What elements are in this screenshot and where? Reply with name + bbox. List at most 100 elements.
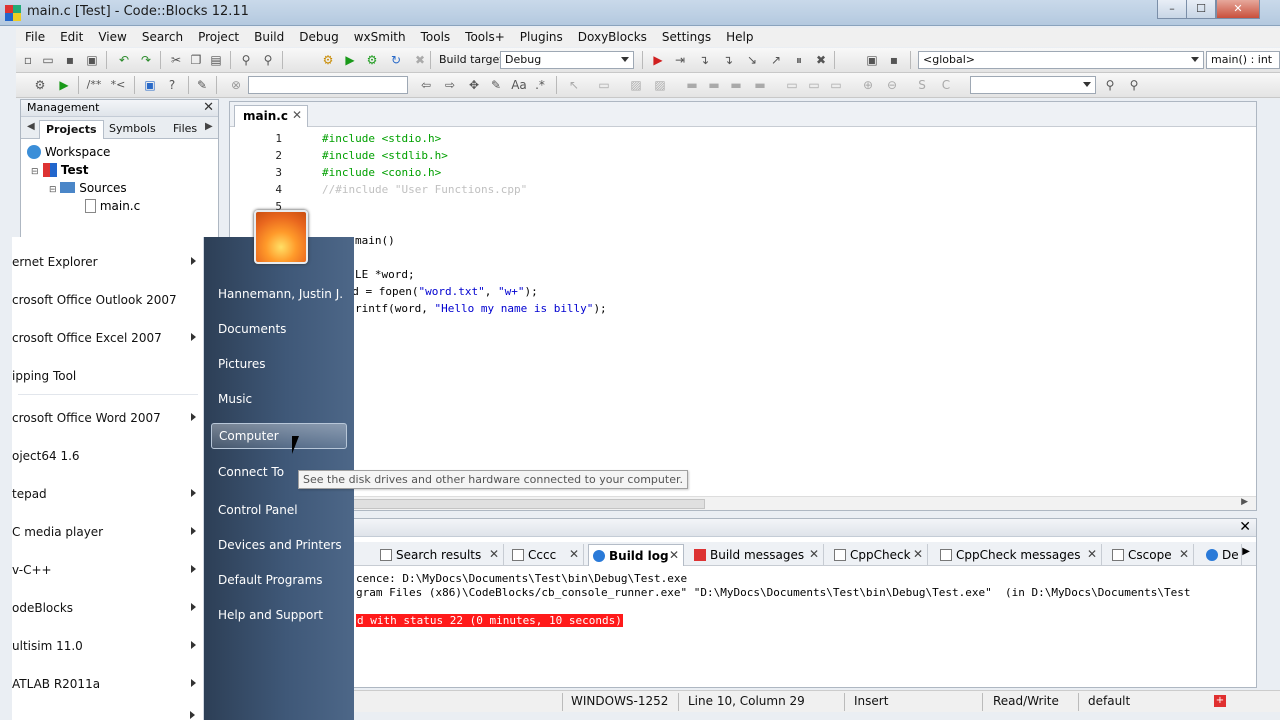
program-word[interactable]: crosoft Office Word 2007	[12, 399, 204, 437]
uncomment-icon[interactable]: *<	[108, 77, 128, 93]
quick-search-input[interactable]	[248, 76, 408, 94]
place-default-programs[interactable]: Default Programs	[211, 568, 347, 594]
highlight-icon[interactable]: ✎	[488, 77, 504, 93]
tree-workspace[interactable]: Workspace	[27, 145, 110, 159]
open-file-icon[interactable]: ▭	[40, 52, 56, 68]
menu-build[interactable]: Build	[245, 28, 290, 44]
tab-cppcheck[interactable]: CppCheck ✕	[830, 544, 928, 566]
place-documents[interactable]: Documents	[211, 317, 347, 343]
tree-file[interactable]: main.c	[85, 199, 140, 213]
debug-windows-icon[interactable]: ▣	[864, 52, 880, 68]
close-tab-icon[interactable]: ✕	[292, 108, 302, 122]
tab-build-log[interactable]: Build log ✕	[588, 544, 684, 566]
tab-cccc[interactable]: Cccc ✕	[508, 544, 584, 566]
run-next-icon[interactable]: ▶	[56, 77, 72, 93]
search-options-icon[interactable]: ⚲	[1126, 77, 1142, 93]
program-excel[interactable]: crosoft Office Excel 2007	[12, 319, 204, 357]
menu-wxsmith[interactable]: wxSmith	[345, 28, 412, 44]
program-vlc[interactable]: C media player	[12, 513, 204, 551]
next-instruction-icon[interactable]: ↴	[720, 52, 736, 68]
undo-icon[interactable]: ↶	[116, 52, 132, 68]
save-all-icon[interactable]: ▣	[84, 52, 100, 68]
menu-debug[interactable]: Debug	[290, 28, 344, 44]
place-control-panel[interactable]: Control Panel	[211, 498, 347, 524]
various-info-icon[interactable]: ▪	[886, 52, 902, 68]
tab-files[interactable]: Files	[167, 120, 203, 139]
tree-project[interactable]: ⊟ Test	[31, 163, 89, 177]
copy-icon[interactable]: ❐	[188, 52, 204, 68]
minimize-button[interactable]: –	[1157, 0, 1187, 19]
menu-search[interactable]: Search	[133, 28, 189, 44]
close-icon[interactable]: ✕	[1239, 519, 1251, 535]
close-window-button[interactable]: ✕	[1216, 0, 1260, 19]
rebuild-icon[interactable]: ↻	[388, 52, 404, 68]
menu-tools-plus[interactable]: Tools+	[456, 28, 511, 44]
tab-symbols[interactable]: Symbols	[103, 120, 162, 139]
layout-g-icon[interactable]: ▭	[828, 77, 844, 93]
tab-cscope[interactable]: Cscope ✕	[1108, 544, 1194, 566]
comment-icon[interactable]: /**	[84, 77, 104, 93]
layout-b-icon[interactable]: ▬	[706, 77, 722, 93]
regex-icon[interactable]: .*	[532, 77, 548, 93]
status-error-icon[interactable]: +	[1214, 695, 1226, 707]
tab-cppcheck-messages[interactable]: CppCheck messages ✕	[936, 544, 1102, 566]
menu-doxyblocks[interactable]: DoxyBlocks	[569, 28, 653, 44]
zoom-out-icon[interactable]: ⊖	[884, 77, 900, 93]
scope-select[interactable]: <global>	[918, 51, 1204, 69]
program-outlook[interactable]: crosoft Office Outlook 2007	[12, 281, 204, 319]
program-notepad[interactable]: tepad	[12, 475, 204, 513]
c-icon[interactable]: C	[938, 77, 954, 93]
s-icon[interactable]: S	[914, 77, 930, 93]
settings-icon[interactable]: ⚙	[32, 77, 48, 93]
tool-icon[interactable]: ✎	[194, 77, 210, 93]
horizontal-scrollbar[interactable]: ▶	[230, 496, 1256, 510]
run-icon[interactable]: ▶	[342, 52, 358, 68]
code-editor[interactable]: main.c ✕ 1 2 3 4 5 #include <stdio.h> #in…	[229, 101, 1257, 511]
tab-projects[interactable]: Projects	[39, 120, 104, 139]
menu-project[interactable]: Project	[189, 28, 245, 44]
menu-file[interactable]: File	[16, 28, 51, 44]
next-line-icon[interactable]: ↴	[696, 52, 712, 68]
place-help-support[interactable]: Help and Support	[211, 603, 347, 629]
layout-c-icon[interactable]: ▬	[728, 77, 744, 93]
tab-search-results[interactable]: Search results ✕	[376, 544, 504, 566]
build-and-run-icon[interactable]: ⚙	[364, 52, 380, 68]
clear-search-icon[interactable]: ⊗	[228, 77, 244, 93]
replace-icon[interactable]: ⚲	[260, 52, 276, 68]
program-snipping-tool[interactable]: ipping Tool	[12, 357, 204, 395]
tree-folder[interactable]: ⊟ Sources	[49, 181, 127, 195]
tab-right-arrow-icon[interactable]: ▶	[205, 121, 213, 132]
menu-settings[interactable]: Settings	[653, 28, 717, 44]
run-to-cursor-icon[interactable]: ⇥	[672, 52, 688, 68]
doxywizard-icon[interactable]: ▣	[142, 77, 158, 93]
debug-icon[interactable]: ▶	[650, 52, 666, 68]
layout-f-icon[interactable]: ▭	[806, 77, 822, 93]
tab-left-arrow-icon[interactable]: ◀	[27, 121, 35, 132]
program-multisim[interactable]: ultisim 11.0	[12, 627, 204, 665]
cut-icon[interactable]: ✂	[168, 52, 184, 68]
maximize-button[interactable]: ☐	[1186, 0, 1216, 19]
layout-d-icon[interactable]: ▬	[752, 77, 768, 93]
place-devices-printers[interactable]: Devices and Printers	[211, 533, 347, 559]
codeblocks-app-icon[interactable]	[5, 5, 21, 21]
search-combo[interactable]	[970, 76, 1096, 94]
redo-icon[interactable]: ↷	[138, 52, 154, 68]
program-internet-explorer[interactable]: ernet Explorer	[12, 243, 204, 281]
help-icon[interactable]: ?	[164, 77, 180, 93]
program-matlab[interactable]: ATLAB R2011a	[12, 665, 204, 703]
menu-view[interactable]: View	[89, 28, 132, 44]
step-out-icon[interactable]: ↗	[768, 52, 784, 68]
abort-icon[interactable]: ✖	[412, 52, 428, 68]
stop-debug-icon[interactable]: ✖	[813, 52, 829, 68]
image2-icon[interactable]: ▨	[652, 77, 668, 93]
place-pictures[interactable]: Pictures	[211, 352, 347, 378]
build-icon[interactable]: ⚙	[320, 52, 336, 68]
forward-icon[interactable]: ⇨	[442, 77, 458, 93]
save-icon[interactable]: ▪	[62, 52, 78, 68]
paste-icon[interactable]: ▤	[208, 52, 224, 68]
back-icon[interactable]: ⇦	[418, 77, 434, 93]
tabs-scroll-icon[interactable]: ▶	[1242, 546, 1250, 557]
find-icon[interactable]: ⚲	[238, 52, 254, 68]
match-case-icon[interactable]: Aa	[510, 77, 528, 93]
close-icon[interactable]: ✕	[203, 100, 214, 115]
